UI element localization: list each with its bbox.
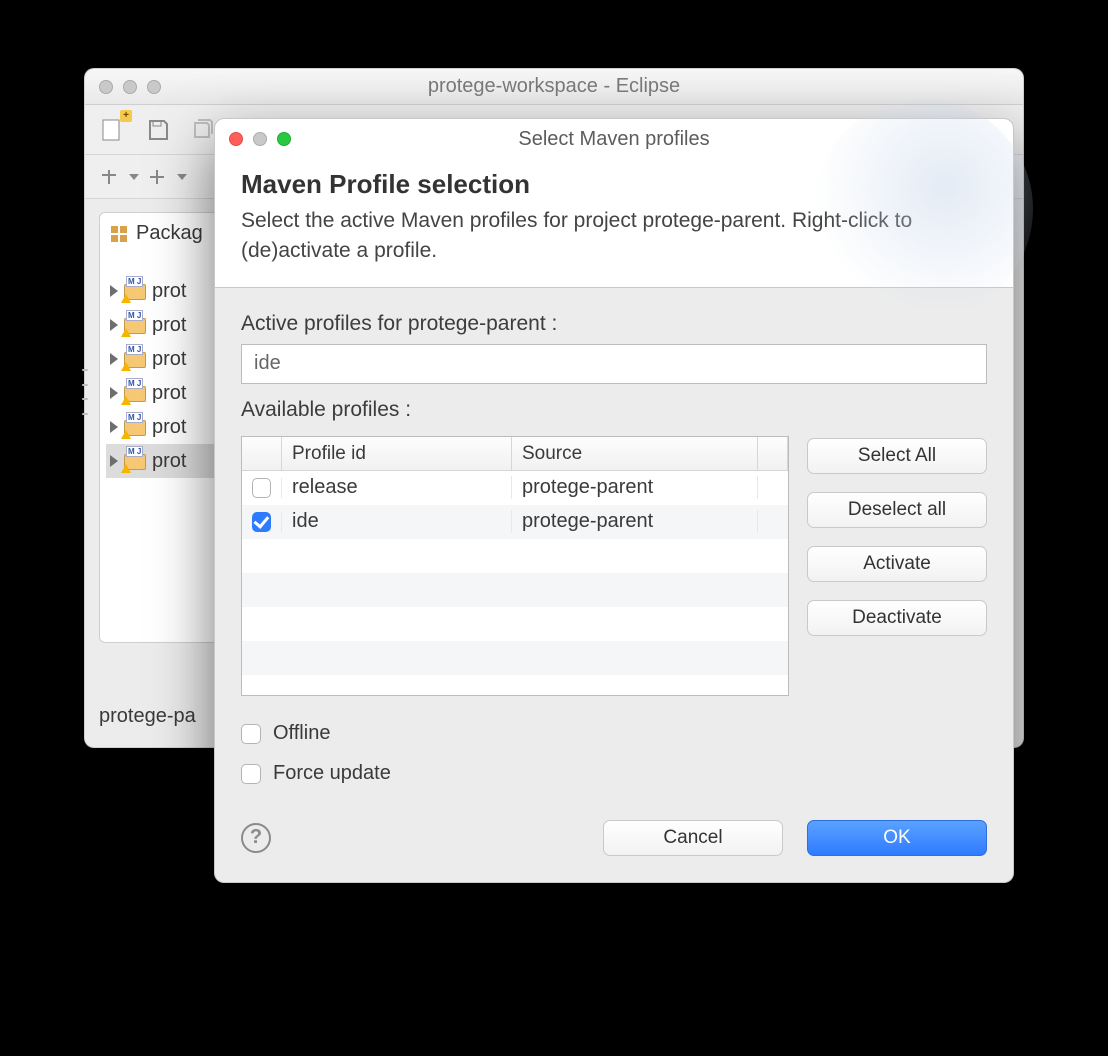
collapse-icon[interactable] bbox=[99, 167, 119, 187]
ok-button[interactable]: OK bbox=[807, 820, 987, 856]
table-row bbox=[242, 675, 788, 695]
force-update-checkbox[interactable] bbox=[241, 764, 261, 784]
maven-java-project-icon: M J bbox=[124, 452, 146, 470]
active-profiles-input[interactable] bbox=[241, 344, 987, 384]
expand-arrow-icon[interactable] bbox=[110, 421, 118, 433]
project-tree-item[interactable]: M J prot bbox=[106, 444, 228, 478]
dropdown-icon[interactable] bbox=[129, 174, 139, 180]
maven-java-project-icon: M J bbox=[124, 418, 146, 436]
package-explorer-icon bbox=[110, 225, 128, 243]
maven-profiles-dialog: Select Maven profiles Maven Profile sele… bbox=[214, 118, 1014, 883]
project-tree-item[interactable]: M J prot bbox=[106, 376, 228, 410]
active-profiles-label: Active profiles for protege-parent : bbox=[241, 312, 987, 336]
eclipse-title: protege-workspace - Eclipse bbox=[85, 75, 1023, 98]
available-profiles-label: Available profiles : bbox=[241, 398, 987, 422]
profile-id-cell: release bbox=[282, 476, 512, 499]
dialog-subtitle: Select the active Maven profiles for pro… bbox=[215, 206, 1013, 267]
dialog-header: Select Maven profiles Maven Profile sele… bbox=[215, 119, 1013, 288]
profiles-table[interactable]: Profile id Source release protege-parent… bbox=[241, 436, 789, 696]
project-tree-item[interactable]: M J prot bbox=[106, 308, 228, 342]
column-source[interactable]: Source bbox=[512, 437, 758, 470]
select-all-button[interactable]: Select All bbox=[807, 438, 987, 474]
offline-label: Offline bbox=[273, 722, 330, 745]
profile-id-cell: ide bbox=[282, 510, 512, 533]
sash-grip[interactable] bbox=[82, 369, 88, 415]
maven-java-project-icon: M J bbox=[124, 316, 146, 334]
deactivate-button[interactable]: Deactivate bbox=[807, 600, 987, 636]
package-explorer-panel: Packag M J prot M J prot M J prot M J pr… bbox=[99, 213, 229, 643]
expand-arrow-icon[interactable] bbox=[110, 319, 118, 331]
project-label: prot bbox=[152, 450, 186, 473]
maven-java-project-icon: M J bbox=[124, 384, 146, 402]
status-text: protege-pa bbox=[99, 705, 196, 728]
project-label: prot bbox=[152, 280, 186, 303]
project-label: prot bbox=[152, 416, 186, 439]
help-icon[interactable]: ? bbox=[241, 823, 271, 853]
table-row bbox=[242, 641, 788, 675]
dialog-heading: Maven Profile selection bbox=[215, 159, 1013, 206]
expand-arrow-icon[interactable] bbox=[110, 353, 118, 365]
eclipse-titlebar: protege-workspace - Eclipse bbox=[85, 69, 1023, 105]
cancel-button[interactable]: Cancel bbox=[603, 820, 783, 856]
save-button[interactable] bbox=[141, 113, 175, 147]
expand-arrow-icon[interactable] bbox=[110, 455, 118, 467]
activate-button[interactable]: Activate bbox=[807, 546, 987, 582]
table-row bbox=[242, 573, 788, 607]
project-tree-item[interactable]: M J prot bbox=[106, 410, 228, 444]
new-wizard-button[interactable]: + bbox=[95, 113, 129, 147]
project-label: prot bbox=[152, 348, 186, 371]
profile-source-cell: protege-parent bbox=[512, 510, 758, 533]
column-profile-id[interactable]: Profile id bbox=[282, 437, 512, 470]
profile-checkbox[interactable] bbox=[252, 478, 271, 498]
expand-icon[interactable] bbox=[147, 167, 167, 187]
dialog-title: Select Maven profiles bbox=[215, 128, 1013, 151]
table-row[interactable]: release protege-parent bbox=[242, 471, 788, 505]
expand-arrow-icon[interactable] bbox=[110, 387, 118, 399]
project-tree-item[interactable]: M J prot bbox=[106, 342, 228, 376]
project-tree-item[interactable]: M J prot bbox=[106, 274, 228, 308]
table-row bbox=[242, 539, 788, 573]
maven-java-project-icon: M J bbox=[124, 282, 146, 300]
profile-source-cell: protege-parent bbox=[512, 476, 758, 499]
table-header: Profile id Source bbox=[242, 437, 788, 471]
expand-arrow-icon[interactable] bbox=[110, 285, 118, 297]
deselect-all-button[interactable]: Deselect all bbox=[807, 492, 987, 528]
package-explorer-tab[interactable]: Packag bbox=[99, 212, 229, 254]
project-label: prot bbox=[152, 314, 186, 337]
offline-checkbox[interactable] bbox=[241, 724, 261, 744]
profile-checkbox[interactable] bbox=[252, 512, 271, 532]
dropdown-icon[interactable] bbox=[177, 174, 187, 180]
plus-badge-icon: + bbox=[120, 110, 132, 122]
project-label: prot bbox=[152, 382, 186, 405]
table-row[interactable]: ide protege-parent bbox=[242, 505, 788, 539]
maven-java-project-icon: M J bbox=[124, 350, 146, 368]
package-explorer-label: Packag bbox=[136, 222, 203, 245]
table-row bbox=[242, 607, 788, 641]
force-update-label: Force update bbox=[273, 762, 391, 785]
